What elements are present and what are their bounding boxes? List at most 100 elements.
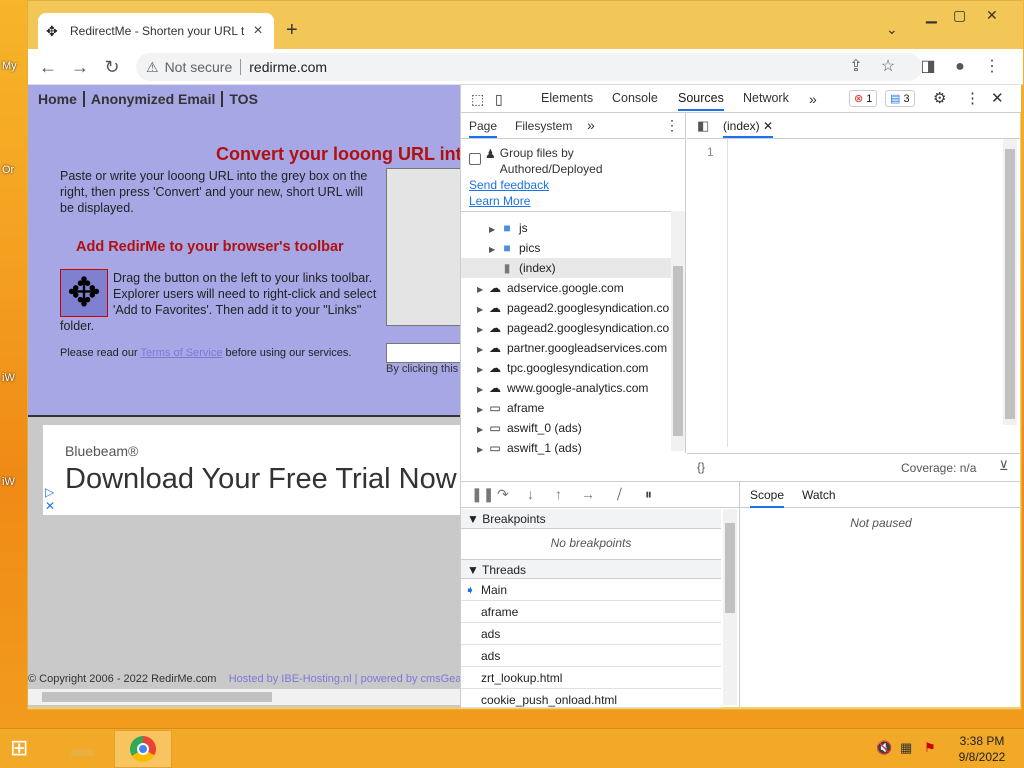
url-textarea[interactable]: [386, 168, 460, 326]
tab-console[interactable]: Console: [612, 91, 658, 105]
editor-scrollbar[interactable]: [1003, 139, 1017, 425]
desktop-icon-label[interactable]: iW: [2, 372, 20, 384]
breakpoints-section[interactable]: ▼ Breakpoints: [461, 509, 721, 529]
tab-network[interactable]: Network: [743, 91, 789, 105]
redirme-bookmarklet-button[interactable]: ✥: [60, 269, 108, 317]
tree-item-folder[interactable]: ▶ ■ pics: [461, 238, 671, 258]
scrollbar-thumb[interactable]: [42, 692, 272, 702]
tab-sources[interactable]: Sources: [678, 91, 724, 111]
kebab-menu-icon[interactable]: ⋮: [980, 55, 1004, 79]
thread-row[interactable]: ads: [461, 645, 721, 667]
step-over-icon[interactable]: ↷: [497, 486, 509, 503]
tree-item-frame[interactable]: ▶ ▭ aswift_0 (ads): [461, 418, 671, 438]
tree-item-domain[interactable]: ▶ ☁ pagead2.googlesyndication.co: [461, 298, 671, 318]
pause-icon[interactable]: ❚❚: [471, 486, 494, 503]
thread-row[interactable]: aframe: [461, 601, 721, 623]
terms-of-service-link[interactable]: Terms of Service: [141, 347, 223, 359]
scrollbar-thumb[interactable]: [725, 523, 735, 613]
desktop-icon-label[interactable]: iW: [2, 476, 20, 488]
step-into-icon[interactable]: ↓: [527, 486, 534, 502]
close-window-icon[interactable]: ✕: [986, 7, 998, 24]
tab-elements[interactable]: Elements: [541, 91, 593, 105]
more-tabs-icon[interactable]: »: [809, 91, 817, 107]
editor-tab-index[interactable]: (index) ✕: [723, 119, 774, 138]
tree-item-domain[interactable]: ▶ ☁ www.google-analytics.com: [461, 378, 671, 398]
tree-item-domain[interactable]: ▶ ☁ adservice.google.com: [461, 278, 671, 298]
close-devtools-icon[interactable]: ✕: [991, 89, 1004, 107]
windows-start-icon[interactable]: ⊞: [10, 737, 28, 759]
page-horizontal-scrollbar[interactable]: [28, 689, 460, 705]
messages-badge[interactable]: ▤ 3: [885, 90, 915, 107]
hosted-link[interactable]: Hosted by IBE-Hosting.nl | powered by cm…: [229, 673, 460, 685]
desktop-icon-label[interactable]: Or: [2, 164, 20, 176]
chrome-taskbar-button[interactable]: [114, 730, 172, 768]
tree-item-frame[interactable]: ▶ ▭ aframe: [461, 398, 671, 418]
scrollbar-thumb[interactable]: [673, 266, 683, 436]
reload-icon[interactable]: ↻: [100, 55, 124, 79]
thread-row[interactable]: ➧ Main: [461, 579, 721, 601]
scrollbar-thumb[interactable]: [1005, 149, 1015, 419]
desktop-icon-label[interactable]: My: [2, 60, 20, 72]
group-files-checkbox[interactable]: [469, 153, 481, 165]
close-tab-icon[interactable]: ✕: [763, 119, 773, 133]
settings-gear-icon[interactable]: ⚙: [933, 89, 946, 107]
share-icon[interactable]: ⇪: [844, 55, 868, 79]
tree-item-domain[interactable]: ▶ ☁ tpc.googlesyndication.com: [461, 358, 671, 378]
tree-item-file[interactable]: ▮ (index): [461, 258, 671, 278]
tree-scrollbar[interactable]: [671, 211, 685, 451]
thread-row[interactable]: zrt_lookup.html: [461, 667, 721, 689]
send-feedback-link[interactable]: Send feedback: [469, 178, 549, 192]
address-bar[interactable]: ⚠ Not secure redirme.com: [136, 53, 922, 81]
navigator-menu-icon[interactable]: ⋮: [665, 117, 679, 134]
step-out-icon[interactable]: ↑: [555, 486, 562, 502]
side-panel-icon[interactable]: ◨: [916, 55, 940, 79]
debugger-scrollbar[interactable]: [723, 509, 737, 705]
network-icon[interactable]: ▦: [900, 740, 912, 756]
inspect-element-icon[interactable]: ⬚: [471, 91, 484, 108]
tab-filesystem[interactable]: Filesystem: [515, 119, 572, 133]
browser-tab[interactable]: ✥ RedirectMe - Shorten your URL t ×: [38, 13, 274, 49]
threads-section[interactable]: ▼ Threads: [461, 559, 721, 579]
device-toolbar-icon[interactable]: ▯: [495, 91, 503, 108]
errors-badge[interactable]: ⊗ 1: [849, 90, 878, 107]
tab-page[interactable]: Page: [469, 119, 498, 138]
tab-scope[interactable]: Scope: [750, 488, 785, 508]
adchoices-icon[interactable]: ▷ ✕: [45, 485, 55, 513]
action-center-icon[interactable]: ⚑: [924, 740, 936, 756]
clock[interactable]: 3:38 PM 9/8/2022: [952, 733, 1012, 765]
volume-muted-icon[interactable]: 🔇: [876, 740, 892, 756]
devtools-menu-icon[interactable]: ⋮: [965, 89, 980, 107]
tab-watch[interactable]: Watch: [802, 488, 836, 502]
forward-arrow-icon[interactable]: →: [68, 55, 92, 79]
tree-item-frame[interactable]: ▶ ▭ aswift_1 (ads): [461, 438, 671, 458]
nav-anonymized-email-link[interactable]: Anonymized Email: [85, 91, 224, 107]
bookmark-star-icon[interactable]: ☆: [876, 55, 900, 79]
short-url-input[interactable]: [386, 343, 460, 363]
tree-item-domain[interactable]: ▶ ☁ pagead2.googlesyndication.co: [461, 318, 671, 338]
tab-search-icon[interactable]: ⌄: [886, 21, 898, 38]
more-navigator-icon[interactable]: »: [587, 117, 595, 133]
tree-item-folder[interactable]: ▶ ■ js: [461, 218, 671, 238]
nav-tos-link[interactable]: TOS: [223, 91, 264, 107]
maximize-icon[interactable]: ▢: [953, 7, 966, 24]
step-icon[interactable]: →: [581, 486, 595, 502]
tree-item-domain[interactable]: ▶ ☁ partner.googleadservices.com: [461, 338, 671, 358]
drawer-toggle-icon[interactable]: ⊻: [999, 458, 1009, 474]
minimize-icon[interactable]: ▁: [926, 7, 937, 24]
deactivate-breakpoints-icon[interactable]: ⧸: [617, 486, 622, 503]
close-tab-icon[interactable]: ×: [250, 22, 266, 40]
ad-headline[interactable]: Download Your Free Trial Now: [65, 463, 457, 496]
thread-row[interactable]: cookie_push_onload.html: [461, 689, 721, 708]
back-arrow-icon[interactable]: ←: [36, 55, 60, 79]
file-explorer-icon[interactable]: ▬: [62, 733, 102, 765]
profile-avatar-icon[interactable]: ●: [948, 55, 972, 79]
pause-on-exceptions-icon[interactable]: ⏸: [645, 486, 652, 503]
toggle-navigator-icon[interactable]: ◧: [697, 118, 709, 134]
learn-more-link[interactable]: Learn More: [469, 194, 530, 208]
new-tab-button[interactable]: +: [286, 19, 298, 42]
thread-row[interactable]: ads: [461, 623, 721, 645]
collapse-icon: ▼: [467, 512, 479, 526]
pretty-print-button[interactable]: {}: [697, 460, 705, 474]
nav-home-link[interactable]: Home: [32, 91, 85, 107]
ad-banner[interactable]: Bluebeam® Download Your Free Trial Now ▷…: [43, 425, 460, 515]
